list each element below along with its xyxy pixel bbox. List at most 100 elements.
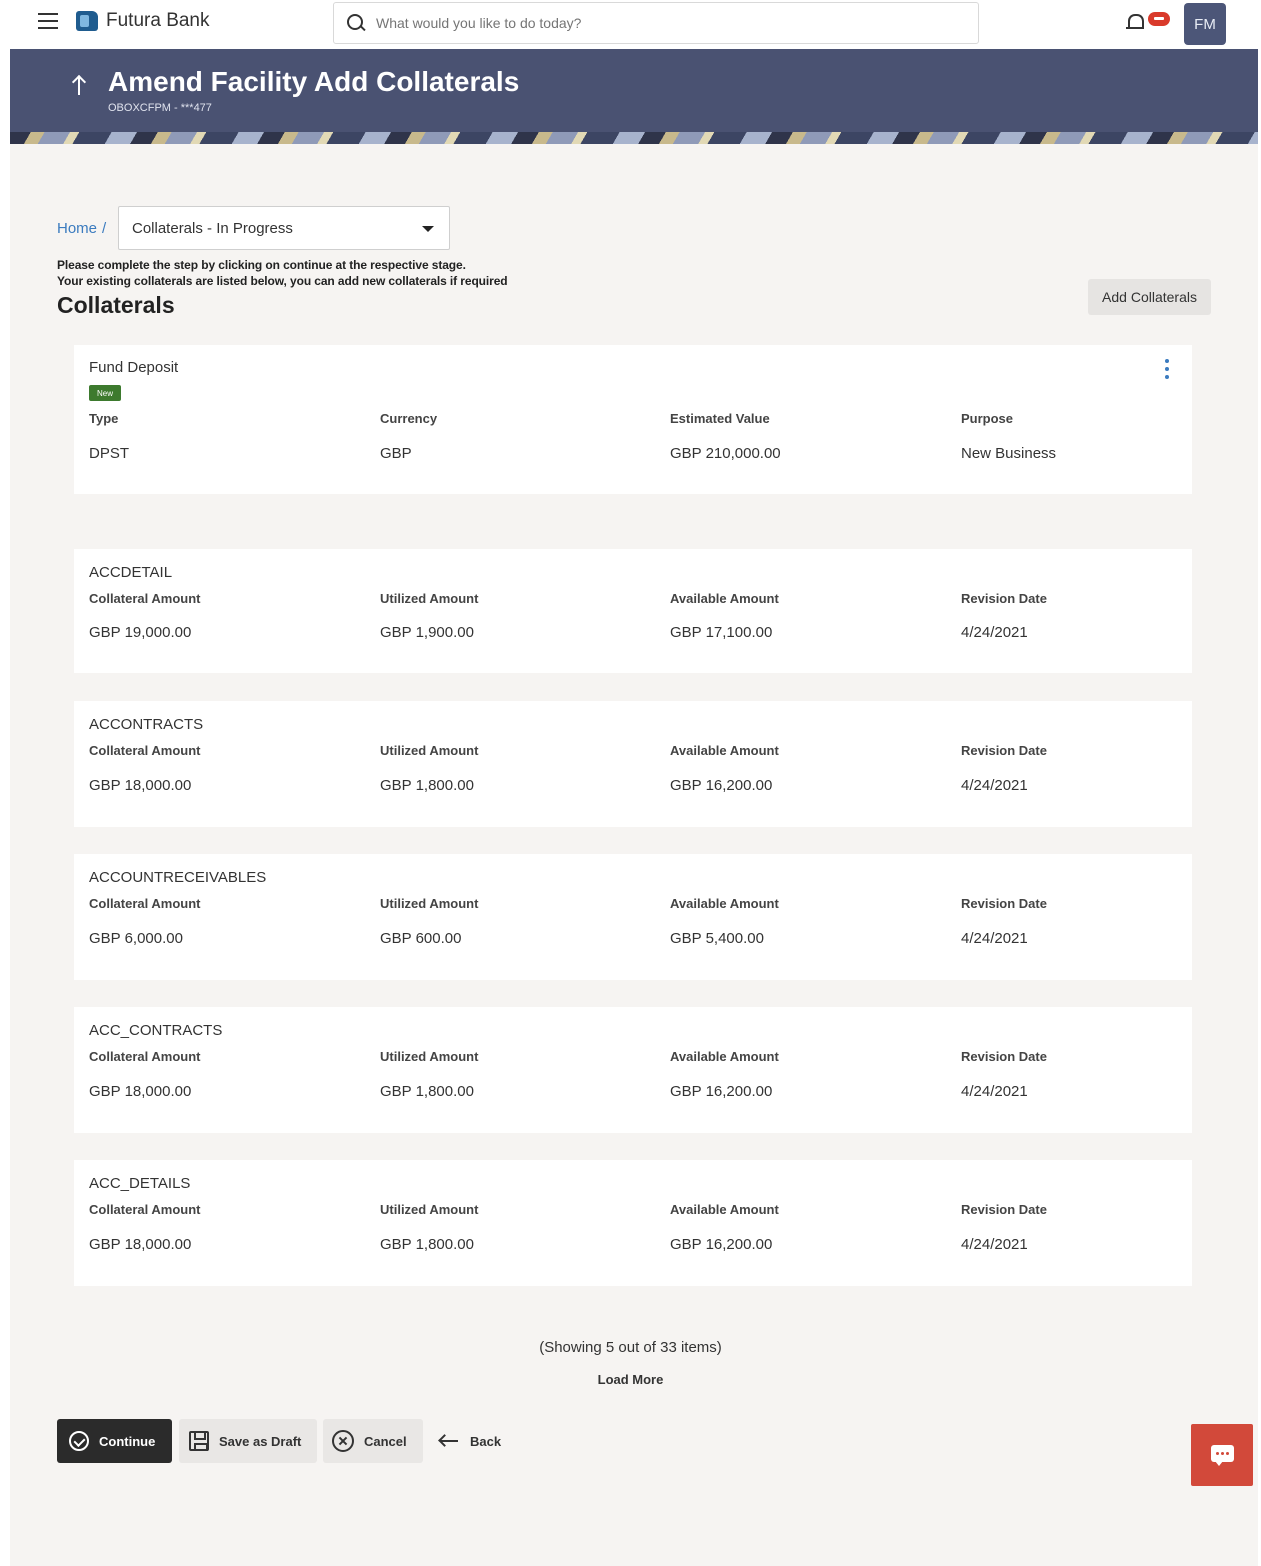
new-collateral-card: Fund Deposit New Type Currency Estimated… [74,345,1192,494]
page-banner: Amend Facility Add Collaterals OBOXCFPM … [10,49,1258,144]
collateral-card: ACC_DETAILS Collateral Amount Utilized A… [74,1160,1192,1286]
instruction-line-1: Please complete the step by clicking on … [57,258,466,272]
breadcrumb-home-link[interactable]: Home [57,220,97,237]
currency-label: Currency [380,411,438,426]
continue-label: Continue [99,1433,156,1449]
collateral-card: ACCOUNTRECEIVABLES Collateral Amount Uti… [74,854,1192,980]
utilized-amount-value: GBP 1,800.00 [380,777,474,794]
available-amount-label: Available Amount [670,591,779,606]
available-amount-value: GBP 17,100.00 [670,624,773,641]
collateral-card: ACCDETAIL Collateral Amount Utilized Amo… [74,549,1192,673]
arrow-left-icon [438,1434,460,1448]
available-amount-label: Available Amount [670,1049,779,1064]
cancel-label: Cancel [364,1433,407,1449]
revision-date-label: Revision Date [961,1049,1047,1064]
utilized-amount-label: Utilized Amount [380,1202,479,1217]
top-bar: Futura Bank FM [0,0,1261,48]
page-subtitle: OBOXCFPM - ***477 [108,102,212,114]
collateral-card: ACC_CONTRACTS Collateral Amount Utilized… [74,1007,1192,1133]
save-icon [189,1431,209,1451]
collateral-amount-value: GBP 18,000.00 [89,1083,192,1100]
continue-button[interactable]: Continue [57,1419,172,1463]
load-more-container: Load More [0,1372,1261,1387]
avatar[interactable]: FM [1184,3,1226,45]
menu-icon[interactable] [38,13,58,31]
search-icon [346,13,366,33]
brand-name: Futura Bank [106,10,210,31]
revision-date-value: 4/24/2021 [961,624,1028,641]
collateral-amount-label: Collateral Amount [89,591,201,606]
revision-date-label: Revision Date [961,1202,1047,1217]
section-title: Collaterals [57,292,175,318]
back-button[interactable]: Back [434,1419,514,1463]
revision-date-value: 4/24/2021 [961,777,1028,794]
bank-logo-icon [76,11,98,31]
search-bar[interactable] [333,2,979,44]
collateral-name: Fund Deposit [89,359,179,376]
utilized-amount-label: Utilized Amount [380,591,479,606]
chevron-down-icon [422,226,434,232]
collateral-amount-label: Collateral Amount [89,743,201,758]
close-circle-icon [332,1430,354,1452]
collateral-amount-label: Collateral Amount [89,896,201,911]
estimated-value-label: Estimated Value [670,411,770,426]
available-amount-value: GBP 16,200.00 [670,1083,773,1100]
collateral-name: ACCOUNTRECEIVABLES [89,869,267,886]
collateral-amount-value: GBP 18,000.00 [89,777,192,794]
collateral-amount-value: GBP 6,000.00 [89,930,183,947]
arrow-up-back-icon[interactable] [70,71,88,97]
chat-button[interactable] [1191,1424,1253,1486]
collateral-amount-value: GBP 18,000.00 [89,1236,192,1253]
new-badge: New [89,385,121,401]
save-as-draft-label: Save as Draft [219,1433,302,1449]
estimated-value-value: GBP 210,000.00 [670,445,781,462]
collateral-amount-label: Collateral Amount [89,1202,201,1217]
available-amount-label: Available Amount [670,743,779,758]
notification-badge[interactable] [1148,12,1170,26]
revision-date-label: Revision Date [961,896,1047,911]
available-amount-label: Available Amount [670,896,779,911]
load-more-link[interactable]: Load More [598,1372,664,1387]
kebab-menu-icon[interactable] [1162,359,1172,383]
back-label: Back [470,1433,502,1449]
available-amount-value: GBP 16,200.00 [670,1236,773,1253]
collateral-card: ACCONTRACTS Collateral Amount Utilized A… [74,701,1192,827]
available-amount-label: Available Amount [670,1202,779,1217]
purpose-value: New Business [961,445,1057,462]
banner-decoration [10,132,1258,144]
type-value: DPST [89,445,130,462]
revision-date-label: Revision Date [961,743,1047,758]
brand-logo[interactable]: Futura Bank [76,10,210,32]
available-amount-value: GBP 16,200.00 [670,777,773,794]
collateral-name: ACCONTRACTS [89,716,204,733]
instruction-line-2: Your existing collaterals are listed bel… [57,274,508,288]
bell-icon[interactable] [1126,12,1144,32]
items-count-text: (Showing 5 out of 33 items) [539,1339,722,1356]
utilized-amount-value: GBP 600.00 [380,930,462,947]
type-label: Type [89,411,119,426]
check-circle-icon [69,1431,89,1451]
revision-date-value: 4/24/2021 [961,1083,1028,1100]
revision-date-value: 4/24/2021 [961,1236,1028,1253]
collateral-amount-label: Collateral Amount [89,1049,201,1064]
chat-icon [1211,1445,1234,1466]
add-collaterals-button[interactable]: Add Collaterals [1088,279,1211,315]
utilized-amount-label: Utilized Amount [380,896,479,911]
stage-dropdown-value: Collaterals - In Progress [132,219,293,237]
revision-date-value: 4/24/2021 [961,930,1028,947]
save-as-draft-button[interactable]: Save as Draft [179,1419,317,1463]
cancel-button[interactable]: Cancel [323,1419,423,1463]
revision-date-label: Revision Date [961,591,1047,606]
purpose-label: Purpose [961,411,1014,426]
search-input[interactable] [376,15,936,31]
breadcrumb-separator: / [102,220,107,237]
utilized-amount-label: Utilized Amount [380,743,479,758]
stage-dropdown[interactable]: Collaterals - In Progress [118,206,450,250]
available-amount-value: GBP 5,400.00 [670,930,764,947]
utilized-amount-value: GBP 1,800.00 [380,1236,474,1253]
utilized-amount-value: GBP 1,800.00 [380,1083,474,1100]
collateral-amount-value: GBP 19,000.00 [89,624,192,641]
utilized-amount-value: GBP 1,900.00 [380,624,474,641]
utilized-amount-label: Utilized Amount [380,1049,479,1064]
collateral-name: ACCDETAIL [89,564,173,581]
